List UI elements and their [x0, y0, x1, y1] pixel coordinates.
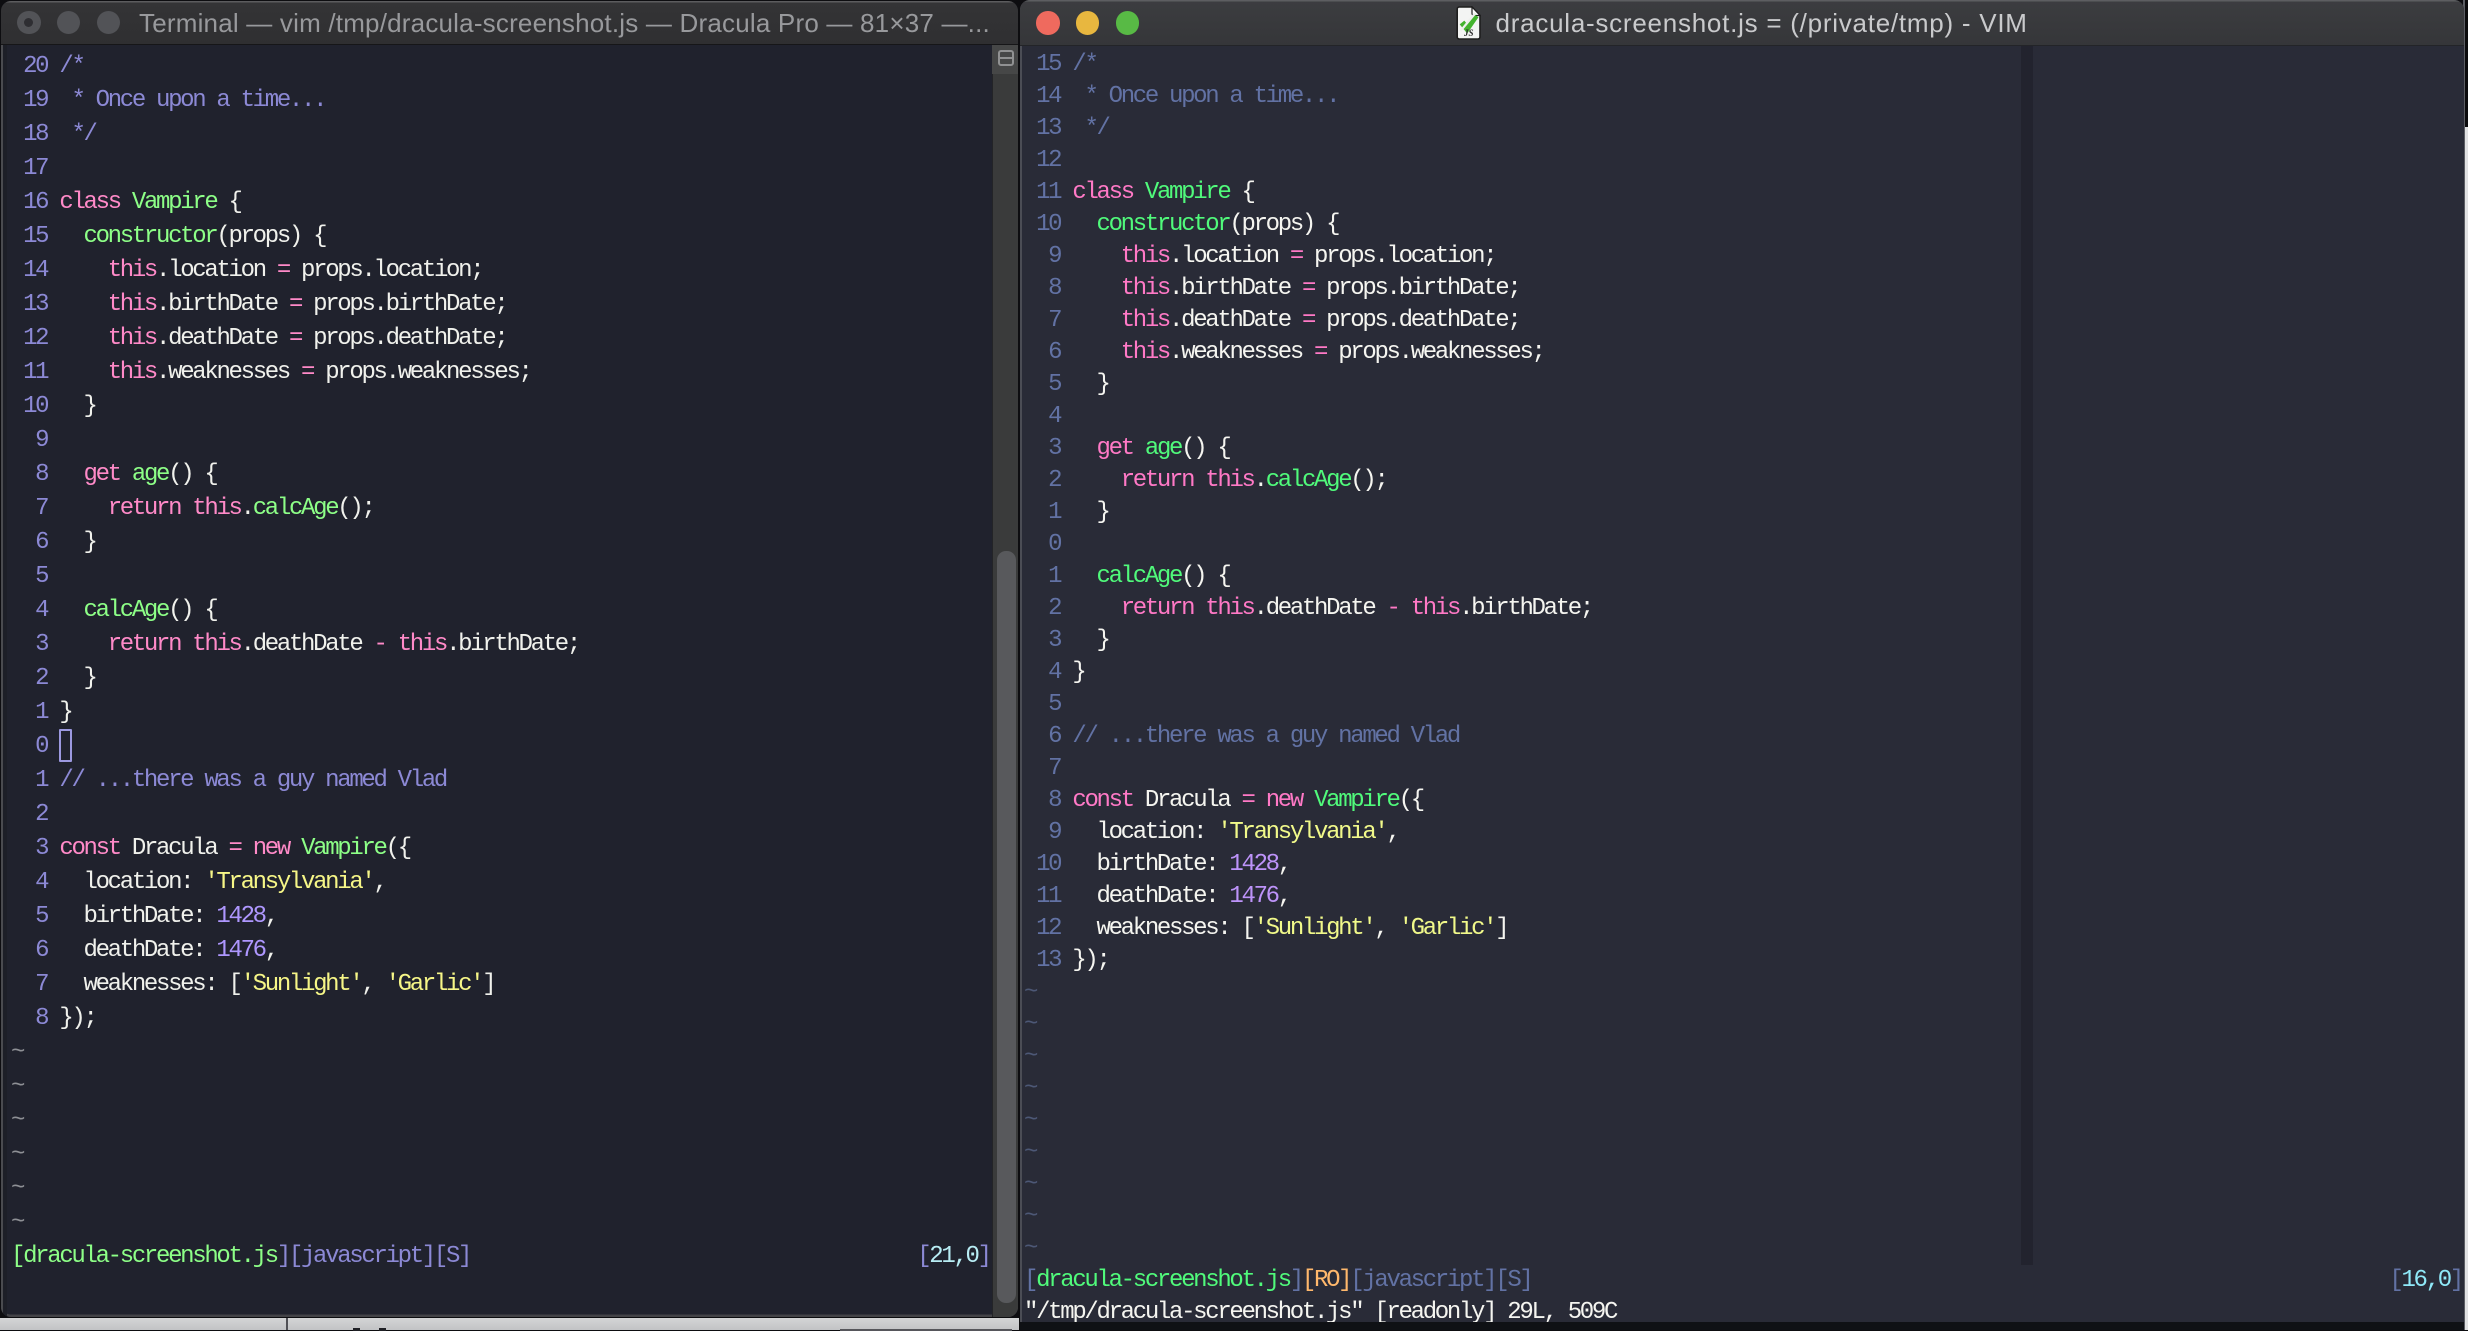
svg-text:JS: JS [1463, 28, 1474, 38]
